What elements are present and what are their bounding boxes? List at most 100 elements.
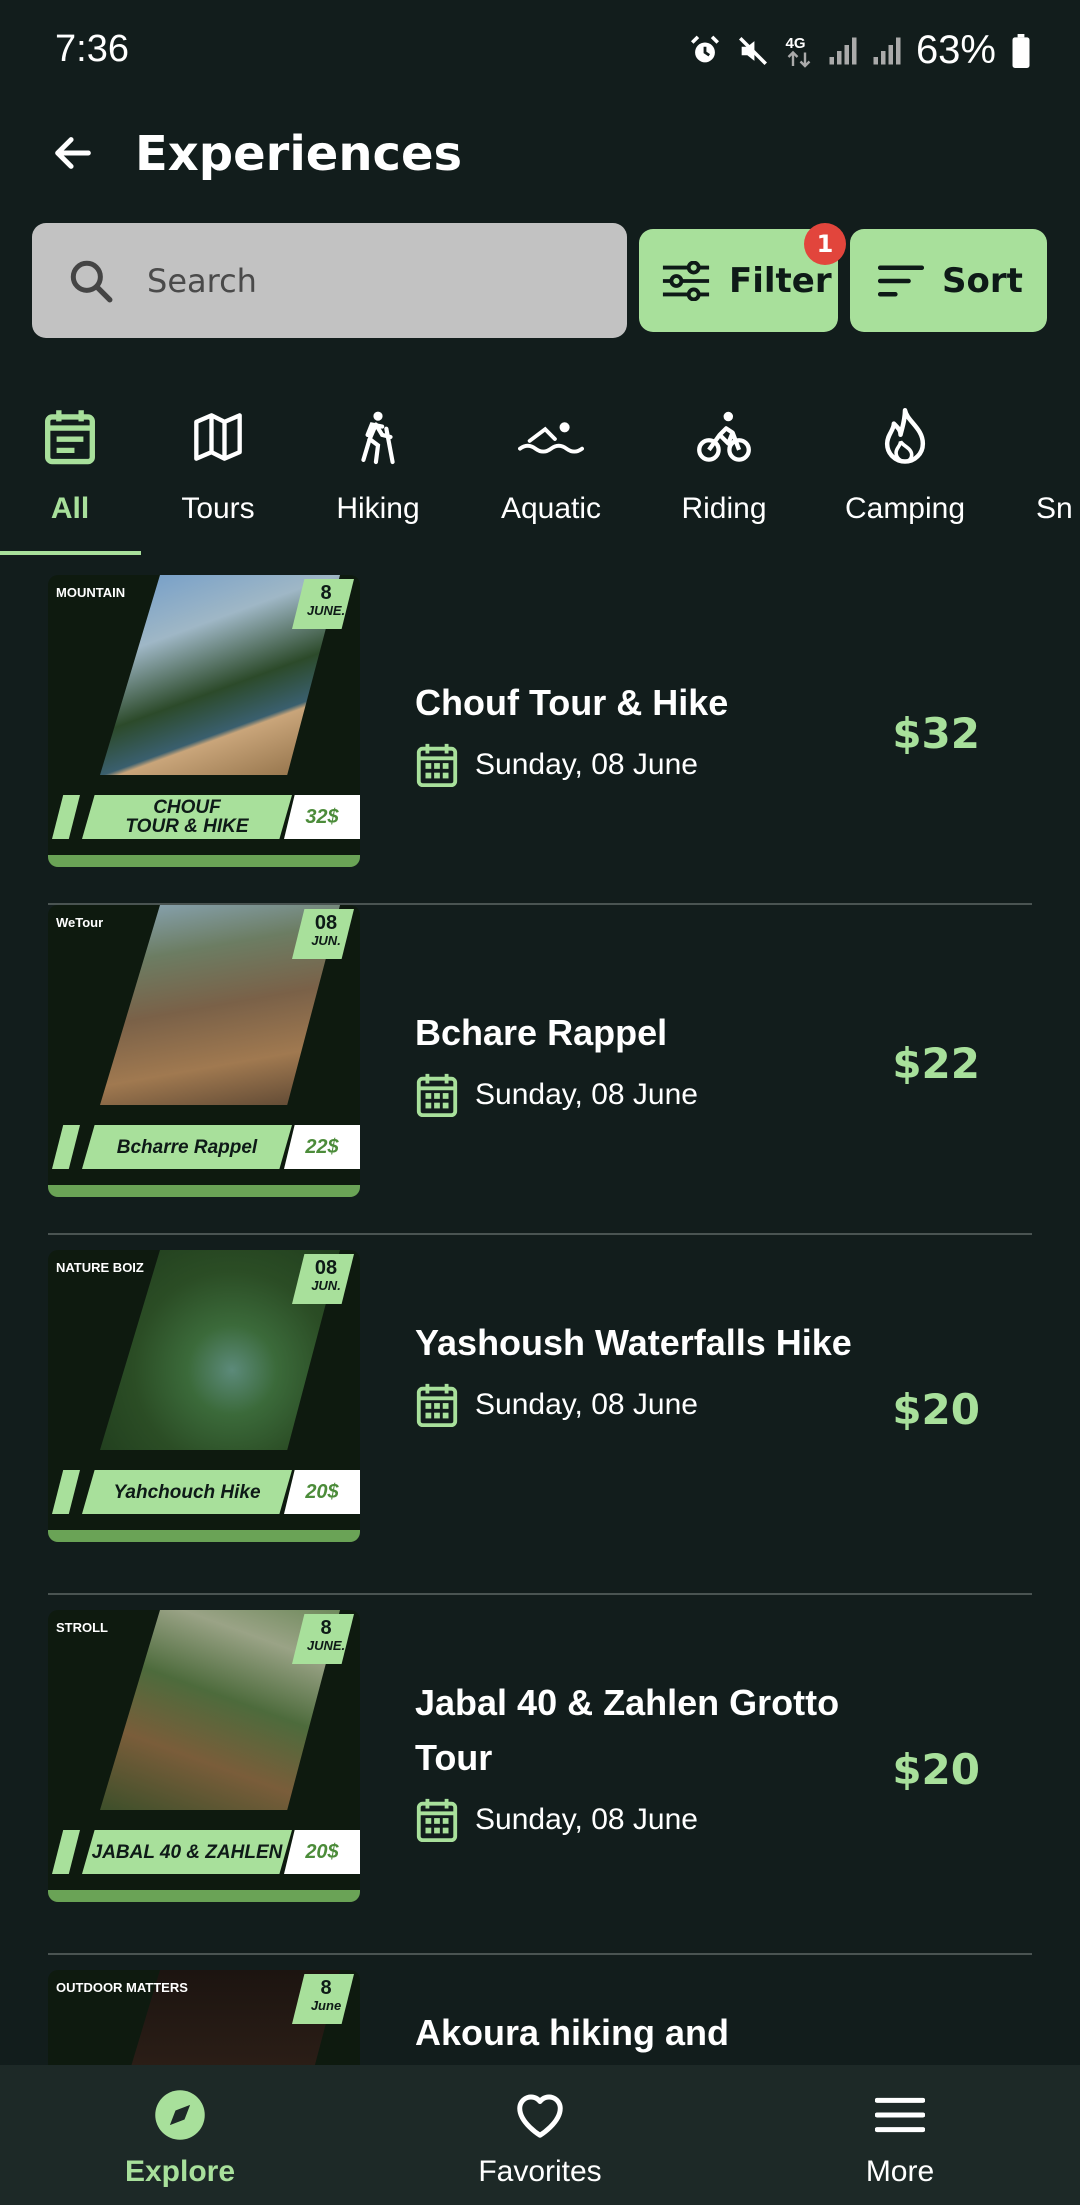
experience-list: MOUNTAIN 8 JUNE. CHOUF TOUR & HIKE 32$ Ch… bbox=[0, 560, 1080, 2065]
tab-label: Camping bbox=[844, 492, 966, 525]
status-bar: 7:36 4G 63% bbox=[0, 0, 1080, 110]
experience-title: Yashoush Waterfalls Hike bbox=[415, 1322, 852, 1363]
experience-title: Akoura hiking and bbox=[415, 2012, 730, 2053]
signal-icon-2 bbox=[873, 37, 901, 64]
thumb-banner: JABAL 40 & ZAHLEN bbox=[82, 1830, 292, 1874]
experience-info: Chouf Tour & Hike Sunday, 08 June bbox=[415, 675, 855, 788]
thumb-banner: Yahchouch Hike bbox=[82, 1470, 292, 1514]
tab-label: Riding bbox=[681, 492, 767, 525]
tab-aquatic[interactable]: Aquatic bbox=[490, 390, 612, 555]
status-time: 7:36 bbox=[55, 28, 129, 70]
banner-accent bbox=[52, 1125, 80, 1169]
sort-lines-icon bbox=[878, 265, 924, 296]
tab-label: Sn bbox=[1036, 492, 1073, 525]
hiker-icon bbox=[361, 411, 395, 465]
experience-price: $20 bbox=[892, 1385, 980, 1434]
back-arrow-icon[interactable] bbox=[50, 130, 96, 176]
status-icons: 4G 63% bbox=[688, 28, 1032, 73]
heart-icon bbox=[517, 2094, 563, 2138]
nav-more[interactable]: More bbox=[720, 2065, 1080, 2205]
thumb-footer-bar bbox=[48, 1185, 360, 1197]
tab-partial[interactable]: Sn bbox=[1036, 390, 1080, 555]
active-tab-indicator bbox=[0, 551, 141, 555]
banner-accent bbox=[52, 795, 80, 839]
experience-price: $32 bbox=[892, 709, 980, 758]
experience-date-row: Sunday, 08 June bbox=[415, 742, 855, 788]
experience-thumbnail: MOUNTAIN 8 JUNE. CHOUF TOUR & HIKE 32$ bbox=[48, 575, 360, 867]
experience-date: Sunday, 08 June bbox=[475, 748, 698, 781]
nav-favorites[interactable]: Favorites bbox=[360, 2065, 720, 2205]
signal-icon bbox=[829, 37, 857, 64]
tab-tours[interactable]: Tours bbox=[168, 390, 268, 555]
experience-info: Akoura hiking and bbox=[415, 2005, 855, 2060]
tab-label: Hiking bbox=[336, 492, 420, 525]
thumb-price: 32$ bbox=[284, 795, 360, 839]
tab-hiking[interactable]: Hiking bbox=[323, 390, 433, 555]
compass-icon bbox=[155, 2090, 205, 2140]
cyclist-icon bbox=[697, 411, 751, 462]
search-icon bbox=[70, 260, 113, 303]
experience-price: $20 bbox=[892, 1745, 980, 1794]
calendar-icon bbox=[416, 1073, 458, 1118]
nav-label: More bbox=[865, 2155, 935, 2188]
list-item[interactable]: WeTour 08 JUN. Bcharre Rappel 22$ Bchare … bbox=[48, 905, 1032, 1235]
network-4g-icon: 4G bbox=[785, 35, 811, 68]
list-item[interactable]: OUTDOOR MATTERS 8 June Akoura hiking and bbox=[48, 1955, 1032, 2065]
filter-count-badge: 1 bbox=[804, 223, 846, 265]
experience-title: Bchare Rappel bbox=[415, 1012, 668, 1053]
experience-title: Jabal 40 & Zahlen Grotto Tour bbox=[415, 1682, 840, 1778]
menu-icon bbox=[875, 2097, 925, 2133]
calendar-icon bbox=[416, 743, 458, 788]
tab-label: All bbox=[50, 492, 90, 525]
search-bar[interactable] bbox=[32, 223, 627, 338]
alarm-icon bbox=[690, 35, 719, 62]
category-tabs: All Tours Hiking Aquatic Riding Camping … bbox=[0, 390, 1080, 555]
calendar-icon bbox=[416, 1383, 458, 1428]
swimmer-icon bbox=[518, 422, 584, 454]
experience-title: Chouf Tour & Hike bbox=[415, 682, 729, 723]
thumb-price: 20$ bbox=[284, 1830, 360, 1874]
flame-icon bbox=[884, 408, 926, 464]
organizer-logo: MOUNTAIN bbox=[56, 585, 126, 600]
experience-date: Sunday, 08 June bbox=[475, 1803, 698, 1836]
battery-icon bbox=[1012, 33, 1030, 68]
nav-explore[interactable]: Explore bbox=[0, 2065, 360, 2205]
experience-thumbnail: NATURE BOIZ 08 JUN. Yahchouch Hike 20$ bbox=[48, 1250, 360, 1542]
tab-label: Tours bbox=[181, 492, 255, 525]
tab-camping[interactable]: Camping bbox=[840, 390, 970, 555]
calendar-list-icon bbox=[45, 410, 95, 465]
banner-accent bbox=[52, 1470, 80, 1514]
list-item[interactable]: MOUNTAIN 8 JUNE. CHOUF TOUR & HIKE 32$ Ch… bbox=[48, 575, 1032, 905]
thumb-footer-bar bbox=[48, 1890, 360, 1902]
filter-button[interactable]: Filter 1 bbox=[639, 223, 846, 332]
organizer-logo: WeTour bbox=[56, 915, 104, 930]
experience-thumbnail: WeTour 08 JUN. Bcharre Rappel 22$ bbox=[48, 905, 360, 1197]
experience-thumbnail: STROLL 8 JUNE. JABAL 40 & ZAHLEN 20$ bbox=[48, 1610, 360, 1902]
organizer-logo: OUTDOOR MATTERS bbox=[56, 1980, 188, 1995]
thumb-banner: CHOUF TOUR & HIKE bbox=[82, 795, 292, 839]
experience-thumbnail: OUTDOOR MATTERS 8 June bbox=[48, 1970, 360, 2065]
app-header: Experiences bbox=[0, 120, 1080, 190]
tab-riding[interactable]: Riding bbox=[672, 390, 776, 555]
thumb-price: 20$ bbox=[284, 1470, 360, 1514]
sort-button[interactable]: Sort bbox=[850, 229, 1047, 332]
page-title: Experiences bbox=[135, 126, 463, 182]
experience-date: Sunday, 08 June bbox=[475, 1078, 698, 1111]
nav-label: Favorites bbox=[478, 2155, 602, 2188]
list-item[interactable]: NATURE BOIZ 08 JUN. Yahchouch Hike 20$ Ya… bbox=[48, 1235, 1032, 1595]
list-item[interactable]: STROLL 8 JUNE. JABAL 40 & ZAHLEN 20$ Jaba… bbox=[48, 1595, 1032, 1955]
map-icon bbox=[194, 413, 242, 461]
tab-all[interactable]: All bbox=[20, 390, 120, 555]
search-input[interactable] bbox=[147, 253, 587, 309]
tab-label: Aquatic bbox=[500, 492, 602, 525]
experience-info: Bchare Rappel Sunday, 08 June bbox=[415, 1005, 855, 1118]
organizer-logo: NATURE BOIZ bbox=[56, 1260, 144, 1275]
banner-accent bbox=[52, 1830, 80, 1874]
svg-text:4G: 4G bbox=[785, 35, 805, 52]
thumb-price: 22$ bbox=[284, 1125, 360, 1169]
experience-date-row: Sunday, 08 June bbox=[415, 1072, 855, 1118]
experience-date-row: Sunday, 08 June bbox=[415, 1382, 855, 1428]
experience-info: Jabal 40 & Zahlen Grotto Tour Sunday, 08… bbox=[415, 1675, 855, 1843]
thumb-banner: Bcharre Rappel bbox=[82, 1125, 292, 1169]
organizer-logo: STROLL bbox=[56, 1620, 108, 1635]
